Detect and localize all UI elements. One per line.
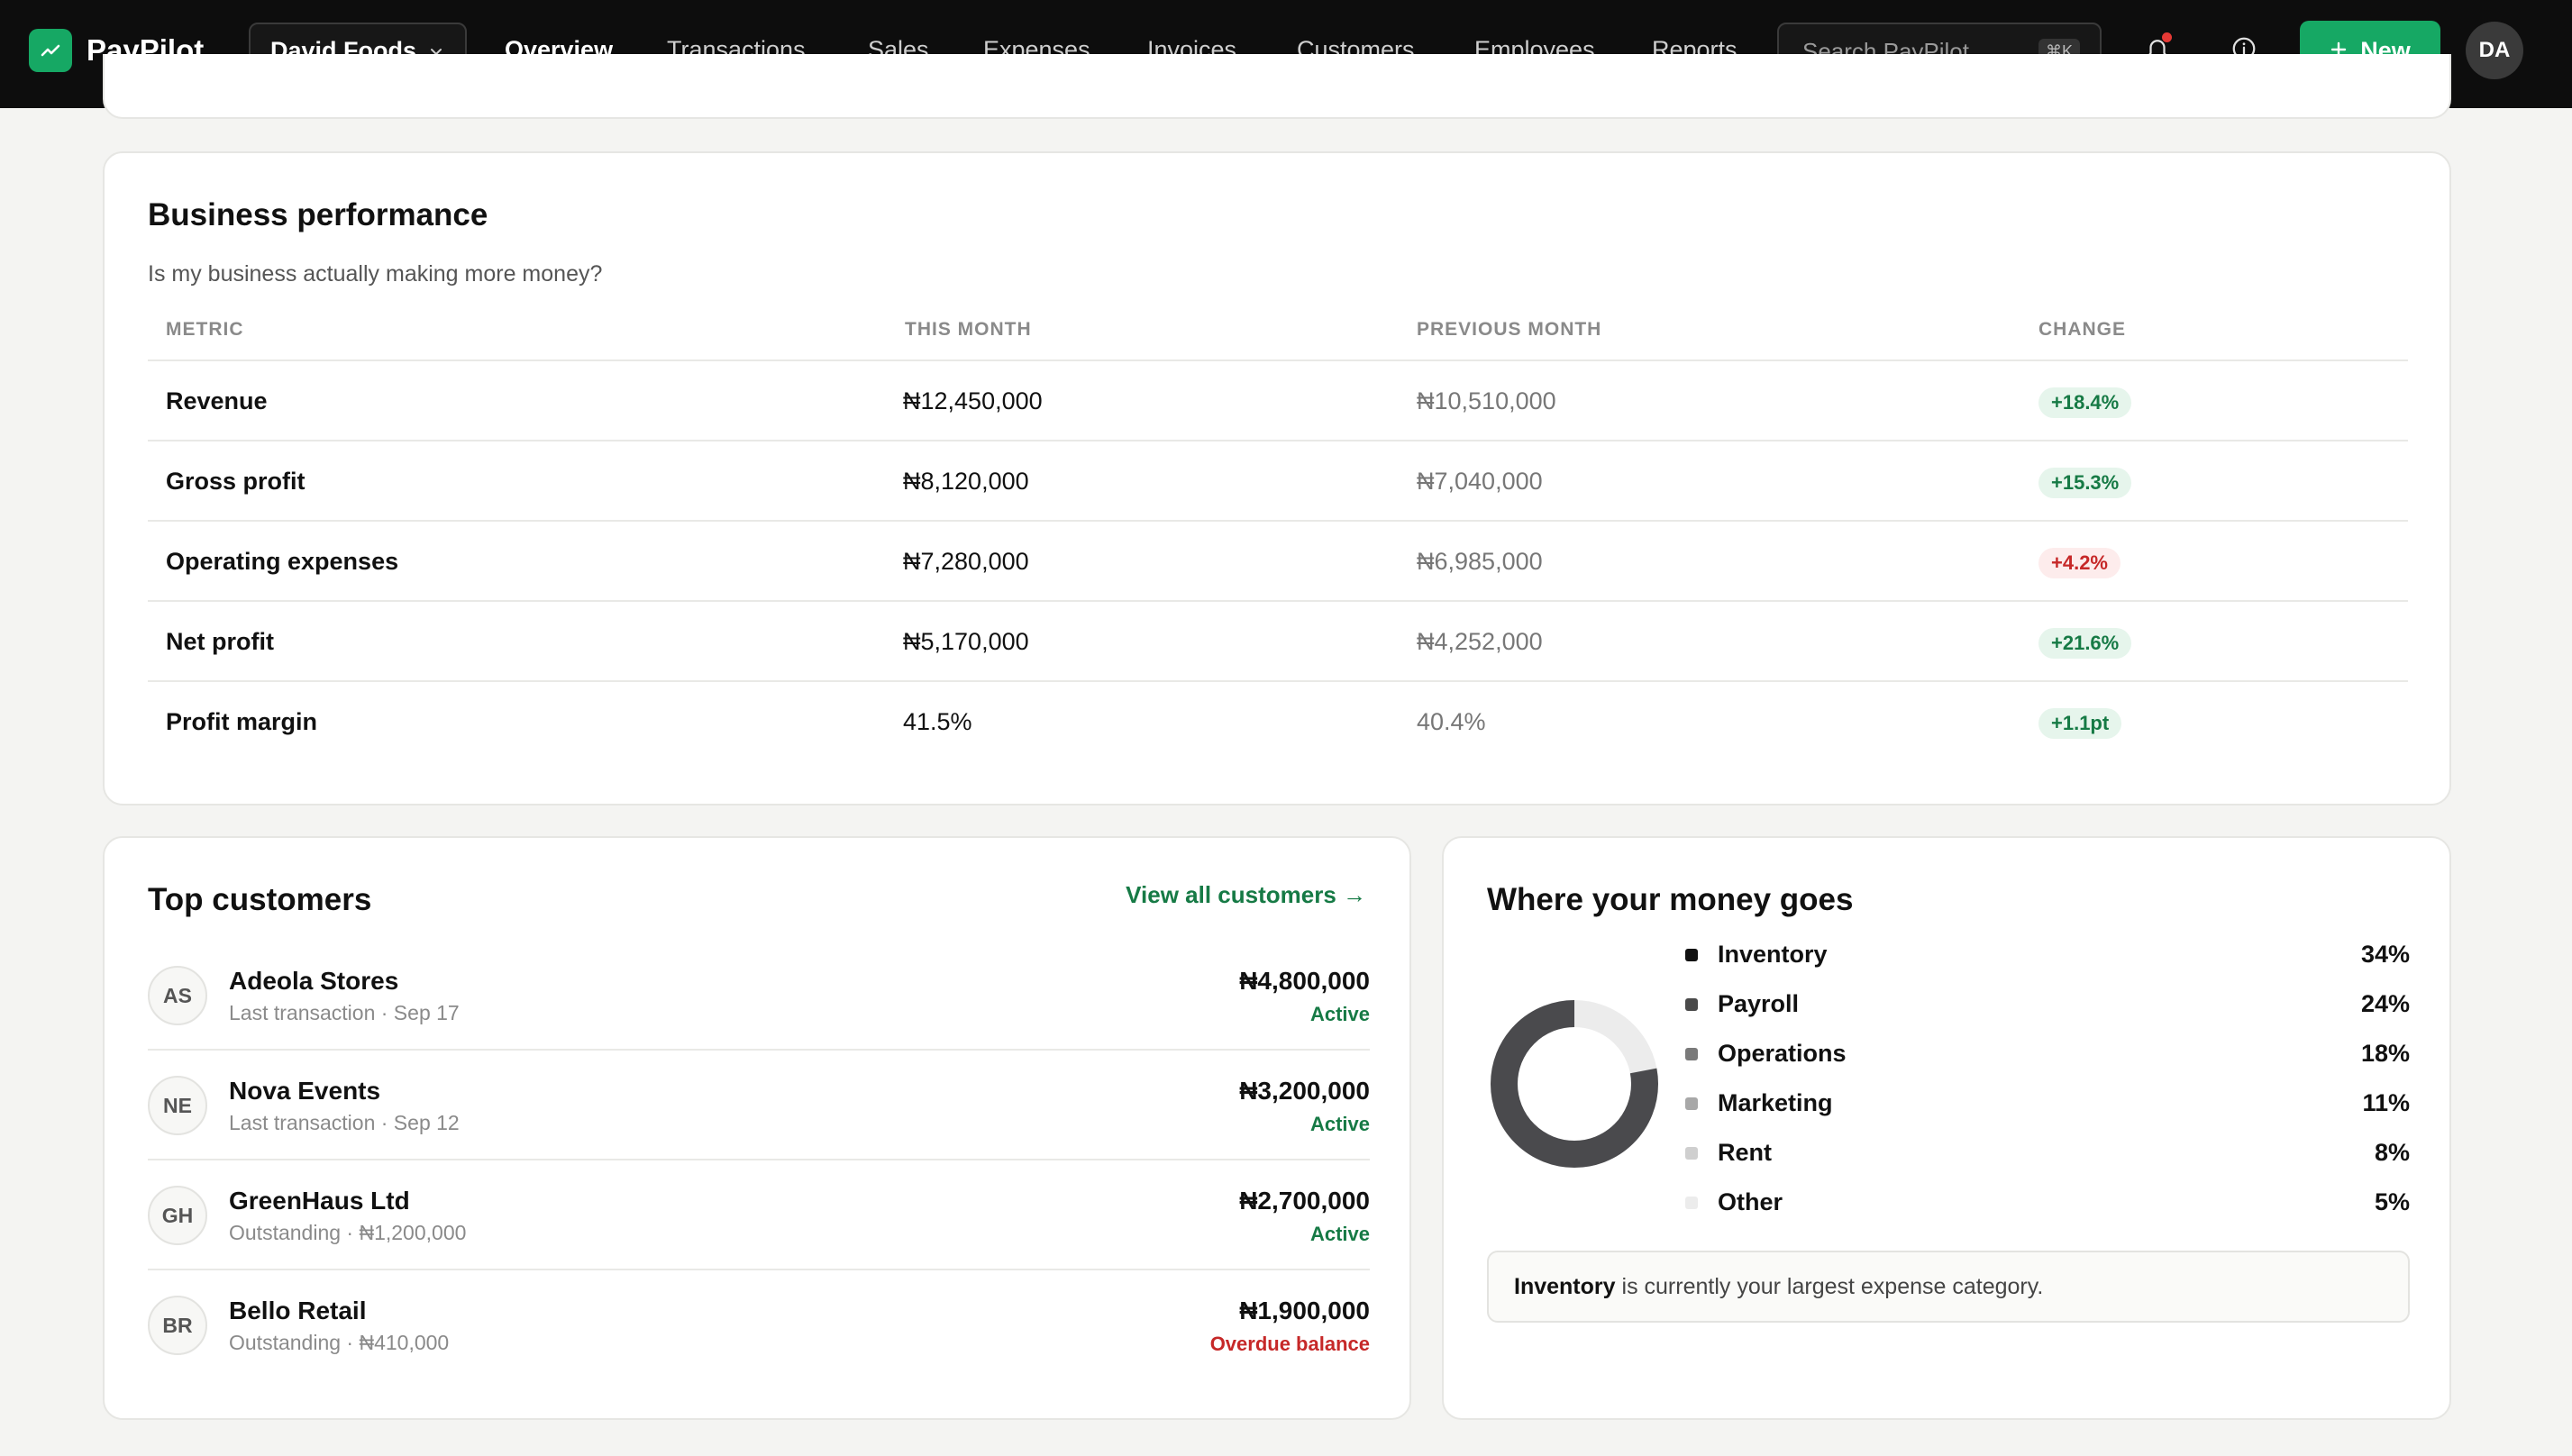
business-performance-subtitle: Is my business actually making more mone… — [148, 261, 603, 287]
money-breakdown-title: Where your money goes — [1487, 882, 1854, 917]
customer-meta: Outstanding · ₦410,000 — [229, 1331, 450, 1354]
metric-name: Gross profit — [166, 468, 306, 495]
column-header-change: CHANGE — [2038, 319, 2127, 340]
legend-label: Rent — [1718, 1139, 1772, 1166]
customer-meta: Last transaction · Sep 12 — [229, 1111, 460, 1134]
customer-avatar: BR — [148, 1296, 207, 1355]
previous-month-value: ₦6,985,000 — [1417, 548, 1543, 575]
expense-donut-chart — [1491, 1000, 1658, 1168]
table-row: Profit margin 41.5% 40.4% +1.1pt — [148, 680, 2408, 760]
change-badge: +15.3% — [2038, 468, 2132, 498]
top-customers-card: Top customers View all customers → AS Ad… — [103, 836, 1411, 1420]
previous-month-value: ₦7,040,000 — [1417, 468, 1543, 495]
customer-avatar: AS — [148, 966, 207, 1025]
this-month-value: 41.5% — [903, 708, 972, 735]
legend-item-payroll: Payroll 24% — [1685, 987, 2410, 1023]
customer-status: Overdue balance — [1209, 1333, 1370, 1355]
legend-percentage: 11% — [2362, 1089, 2410, 1116]
customer-meta: Outstanding · ₦1,200,000 — [229, 1221, 467, 1244]
legend-label: Operations — [1718, 1040, 1847, 1067]
customer-name: Adeola Stores — [229, 967, 399, 995]
metric-name: Operating expenses — [166, 548, 399, 575]
legend-item-operations: Operations 18% — [1685, 1036, 2410, 1072]
money-breakdown-card: Where your money goes Inventory 34% Payr… — [1442, 836, 2451, 1420]
legend-swatch — [1685, 998, 1698, 1011]
customer-row[interactable]: AS Adeola Stores Last transaction · Sep … — [148, 941, 1370, 1051]
business-performance-title: Business performance — [148, 197, 488, 232]
table-row: Operating expenses ₦7,280,000 ₦6,985,000… — [148, 520, 2408, 600]
change-badge: +1.1pt — [2038, 708, 2122, 739]
legend-swatch — [1685, 1147, 1698, 1160]
legend-item-rent: Rent 8% — [1685, 1135, 2410, 1171]
user-avatar[interactable]: DA — [2466, 22, 2523, 79]
customer-name: Nova Events — [229, 1077, 381, 1105]
notification-dot — [2162, 32, 2172, 42]
legend-swatch — [1685, 1048, 1698, 1060]
business-performance-card: Business performance Is my business actu… — [103, 151, 2451, 805]
customer-avatar: NE — [148, 1076, 207, 1135]
table-row: Net profit ₦5,170,000 ₦4,252,000 +21.6% — [148, 600, 2408, 680]
largest-expense-callout: Inventory is currently your largest expe… — [1487, 1251, 2410, 1323]
table-row: Gross profit ₦8,120,000 ₦7,040,000 +15.3… — [148, 440, 2408, 520]
customer-row[interactable]: NE Nova Events Last transaction · Sep 12… — [148, 1051, 1370, 1160]
legend-percentage: 8% — [2374, 1139, 2410, 1166]
previous-month-value: 40.4% — [1417, 708, 1486, 735]
table-row: Revenue ₦12,450,000 ₦10,510,000 +18.4% — [148, 359, 2408, 440]
customer-row[interactable]: BR Bello Retail Outstanding · ₦410,000 ₦… — [148, 1270, 1370, 1380]
legend-item-marketing: Marketing 11% — [1685, 1086, 2410, 1122]
legend-swatch — [1685, 949, 1698, 961]
legend-item-other: Other 5% — [1685, 1185, 2410, 1221]
column-header-previous-month: PREVIOUS MONTH — [1417, 319, 1602, 340]
callout-text: is currently your largest expense catego… — [1621, 1273, 2044, 1299]
legend-percentage: 24% — [2360, 990, 2410, 1017]
customer-meta: Last transaction · Sep 17 — [229, 1001, 460, 1024]
change-badge: +21.6% — [2038, 628, 2132, 659]
previous-month-value: ₦10,510,000 — [1417, 387, 1556, 414]
legend-label: Inventory — [1718, 941, 1828, 968]
customer-amount: ₦1,900,000 — [1239, 1297, 1370, 1324]
metric-name: Revenue — [166, 387, 268, 414]
previous-month-value: ₦4,252,000 — [1417, 628, 1543, 655]
customer-row[interactable]: GH GreenHaus Ltd Outstanding · ₦1,200,00… — [148, 1160, 1370, 1270]
column-header-metric: METRIC — [166, 319, 244, 340]
this-month-value: ₦12,450,000 — [903, 387, 1043, 414]
legend-percentage: 34% — [2360, 941, 2410, 968]
top-customers-title: Top customers — [148, 882, 372, 917]
legend-label: Other — [1718, 1188, 1783, 1215]
customer-status: Active — [1309, 1113, 1370, 1135]
legend-label: Payroll — [1718, 990, 1800, 1017]
legend-swatch — [1685, 1097, 1698, 1110]
change-badge: +18.4% — [2038, 387, 2132, 418]
customer-status: Active — [1309, 1003, 1370, 1025]
legend-label: Marketing — [1718, 1089, 1833, 1116]
customer-name: Bello Retail — [229, 1297, 367, 1324]
customer-status: Active — [1309, 1223, 1370, 1245]
view-all-customers-link[interactable]: View all customers → — [1126, 881, 1366, 909]
column-header-this-month: THIS MONTH — [905, 319, 1032, 340]
metric-name: Profit margin — [166, 708, 318, 735]
legend-item-inventory: Inventory 34% — [1685, 937, 2410, 973]
previous-card-edge — [103, 54, 2451, 119]
this-month-value: ₦8,120,000 — [903, 468, 1029, 495]
legend-percentage: 5% — [2374, 1188, 2410, 1215]
customer-avatar: GH — [148, 1186, 207, 1245]
this-month-value: ₦5,170,000 — [903, 628, 1029, 655]
customer-amount: ₦3,200,000 — [1239, 1077, 1370, 1105]
change-badge: +4.2% — [2038, 548, 2121, 578]
legend-swatch — [1685, 1197, 1698, 1209]
metric-name: Net profit — [166, 628, 274, 655]
paypilot-logo-icon[interactable] — [29, 29, 72, 72]
customer-amount: ₦4,800,000 — [1239, 967, 1370, 995]
customer-name: GreenHaus Ltd — [229, 1187, 410, 1215]
this-month-value: ₦7,280,000 — [903, 548, 1029, 575]
callout-category: Inventory — [1514, 1273, 1616, 1299]
legend-percentage: 18% — [2360, 1040, 2410, 1067]
customer-amount: ₦2,700,000 — [1239, 1187, 1370, 1215]
